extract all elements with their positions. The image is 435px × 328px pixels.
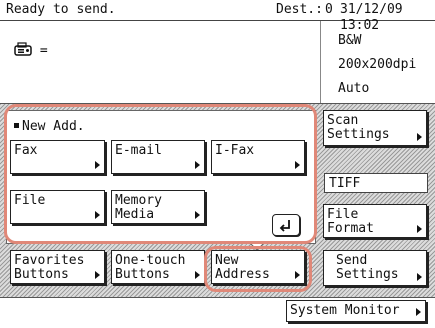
fax-button[interactable]: Fax <box>10 140 105 174</box>
status-message: Ready to send. <box>6 2 116 17</box>
color-mode: B&W <box>338 33 362 48</box>
date-time: 31/12/09 13:02 <box>340 2 403 33</box>
one-touch-buttons-tab[interactable]: One-touch Buttons <box>111 250 205 284</box>
file-button[interactable]: File <box>10 190 105 224</box>
scan-settings-button[interactable]: Scan Settings <box>323 110 427 146</box>
arrow-right-icon <box>195 271 200 279</box>
arrow-right-icon <box>416 308 421 316</box>
memory-media-button[interactable]: Memory Media <box>111 190 205 224</box>
scan-settings-label: Scan Settings <box>327 113 390 142</box>
density: Auto <box>338 81 370 96</box>
arrow-right-icon <box>295 271 300 279</box>
file-format-value-label: TIFF <box>329 176 361 191</box>
ifax-button-label: I-Fax <box>215 143 255 158</box>
resolution: 200x200dpi <box>338 57 417 72</box>
arrow-right-icon <box>295 161 300 169</box>
send-settings-label: Send Settings <box>336 253 399 282</box>
square-bullet-icon <box>14 123 19 128</box>
file-format-button[interactable]: File Format <box>323 204 427 238</box>
fax-button-label: Fax <box>14 143 38 158</box>
return-arrow-icon <box>279 220 290 232</box>
new-address-tab-label: New Address <box>215 253 270 282</box>
destination-label: Dest.: <box>276 2 323 17</box>
system-monitor-button[interactable]: System Monitor <box>286 300 426 322</box>
new-address-tab[interactable]: New Address <box>211 250 305 284</box>
file-button-label: File <box>14 193 46 208</box>
file-format-value: TIFF <box>324 173 428 193</box>
arrow-right-icon <box>195 161 200 169</box>
destination-count: 0 <box>325 2 333 17</box>
file-format-label: File Format <box>327 207 374 236</box>
arrow-right-icon <box>417 133 422 141</box>
arrow-right-icon <box>417 273 422 281</box>
favorites-tab-label: Favorites Buttons <box>14 253 85 282</box>
fax-machine-icon <box>14 42 32 60</box>
panel-title-label: New Add. <box>22 119 85 134</box>
arrow-right-icon <box>417 225 422 233</box>
ifax-button[interactable]: I-Fax <box>211 140 305 174</box>
panel-title: New Add. <box>14 119 85 134</box>
system-monitor-label: System Monitor <box>290 303 400 318</box>
arrow-right-icon <box>95 211 100 219</box>
back-button[interactable] <box>272 214 300 236</box>
favorites-buttons-tab[interactable]: Favorites Buttons <box>10 250 105 284</box>
arrow-right-icon <box>95 271 100 279</box>
info-divider <box>320 21 321 103</box>
send-settings-button[interactable]: Send Settings <box>323 250 427 286</box>
arrow-right-icon <box>95 161 100 169</box>
email-button-label: E-mail <box>115 143 162 158</box>
arrow-right-icon <box>195 211 200 219</box>
fax-equals: = <box>39 43 48 59</box>
fax-status: = <box>14 42 48 60</box>
one-touch-tab-label: One-touch Buttons <box>115 253 186 282</box>
email-button[interactable]: E-mail <box>111 140 205 174</box>
memory-media-button-label: Memory Media <box>115 193 162 222</box>
